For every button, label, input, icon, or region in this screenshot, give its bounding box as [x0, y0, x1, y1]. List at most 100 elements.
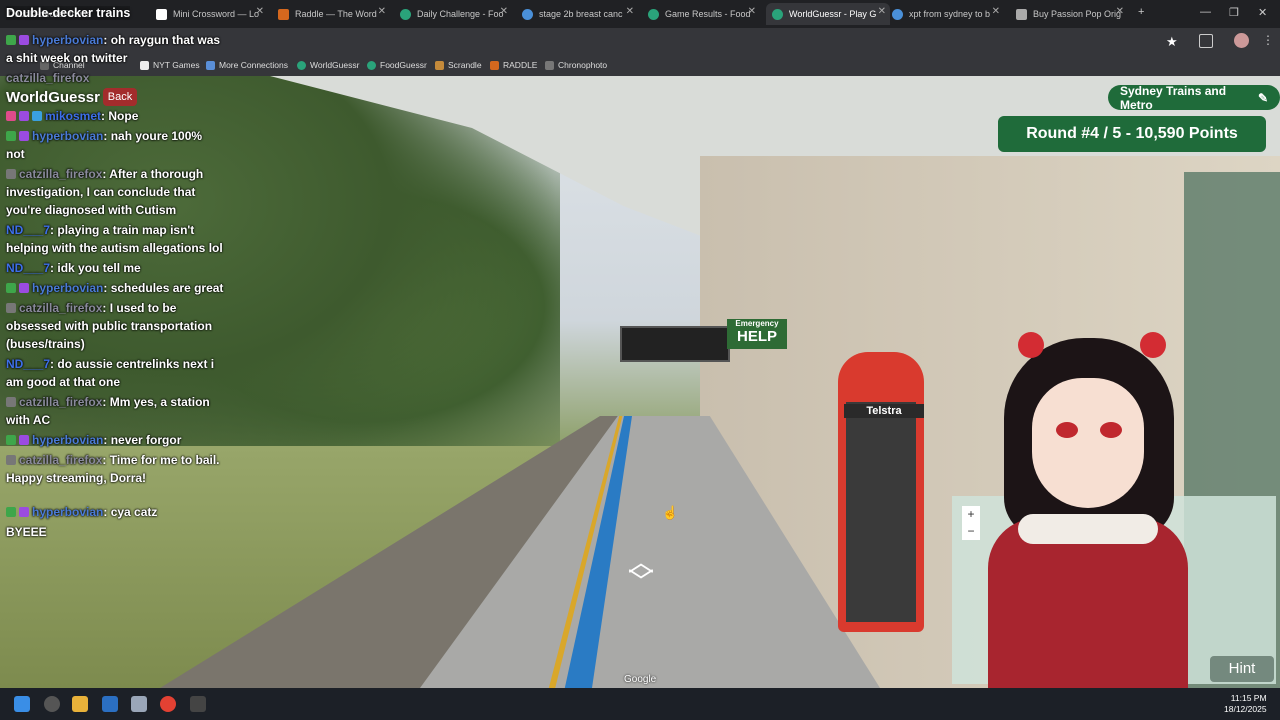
- clock-time: 11:15 PM: [1230, 693, 1267, 703]
- departure-board: [620, 326, 730, 362]
- badge-icon: [19, 111, 29, 121]
- badge-icon: [19, 435, 29, 445]
- tab-label: Raddle — The Word: [295, 9, 377, 19]
- globe-icon: [367, 60, 376, 70]
- pencil-icon[interactable]: ✎: [1258, 91, 1268, 105]
- street-view-nav-arrows[interactable]: ︿ ﹀: [612, 549, 670, 596]
- help-sign-text: HELP: [736, 328, 777, 345]
- nyt-icon: [156, 8, 167, 20]
- chat-text: BYEEE: [6, 525, 47, 539]
- file-explorer-icon[interactable]: [72, 696, 88, 712]
- chat-message: catzilla_firefox: [6, 68, 224, 88]
- badge-icon: [6, 35, 16, 45]
- tab-game-results[interactable]: Game Results - Food ✕: [648, 3, 760, 25]
- bookmark-scrandle[interactable]: Scrandle: [435, 60, 482, 70]
- scrandle-icon: [435, 60, 444, 70]
- avatar-face: [1032, 378, 1144, 508]
- chat-message: hyperbovian: cya catz: [6, 502, 224, 522]
- chat-message: hyperbovian: oh raygun that was a shit w…: [6, 33, 221, 65]
- vtuber-avatar: [968, 318, 1208, 688]
- windows-taskbar: [0, 688, 1280, 720]
- hint-button[interactable]: Hint: [1210, 656, 1274, 682]
- close-icon[interactable]: ✕: [748, 6, 756, 17]
- chat-message: catzilla_firefox: Time for me to bail. H…: [6, 453, 220, 485]
- globe-icon: [648, 8, 659, 20]
- map-name: Sydney Trains and Metro: [1120, 83, 1227, 112]
- badge-icon: [19, 507, 29, 517]
- store-icon[interactable]: [102, 696, 118, 712]
- chat-text: idk you tell me: [57, 261, 141, 275]
- bookmark-raddle[interactable]: RADDLE: [490, 60, 537, 70]
- chat-message: catzilla_firefox: Mm yes, a station with…: [6, 395, 210, 427]
- maximize-icon[interactable]: ❐: [1229, 6, 1239, 19]
- bookmark-chronophoto[interactable]: Chronophoto: [545, 60, 607, 70]
- minimize-icon[interactable]: —: [1200, 6, 1211, 18]
- obs-icon[interactable]: [44, 696, 60, 712]
- new-tab-icon[interactable]: +: [1138, 6, 1144, 18]
- app-icon[interactable]: [190, 696, 206, 712]
- bookmark-label: RADDLE: [503, 60, 538, 70]
- chat-username: ND___7: [6, 261, 51, 275]
- tab-raddle[interactable]: Raddle — The Word ✕: [278, 3, 390, 25]
- globe-icon: [400, 8, 411, 20]
- tab-daily-challenge[interactable]: Daily Challenge - Foo ✕: [400, 3, 512, 25]
- close-icon[interactable]: ✕: [500, 6, 508, 17]
- tab-label: Mini Crossword — Lo: [173, 9, 260, 19]
- badge-icon: [6, 435, 16, 445]
- close-icon[interactable]: ✕: [256, 6, 264, 17]
- chat-message: ND___7: idk you tell me: [6, 261, 141, 275]
- avatar-eye: [1100, 422, 1122, 438]
- close-icon[interactable]: ✕: [1116, 6, 1124, 17]
- google-icon: [522, 8, 533, 20]
- avatar-hair-bow: [1018, 332, 1044, 358]
- close-icon[interactable]: ✕: [878, 6, 886, 17]
- map-name-pill[interactable]: Sydney Trains and Metro ✎: [1108, 83, 1280, 112]
- tab-label: WorldGuessr - Play G: [789, 9, 877, 19]
- tab-stage-2b[interactable]: stage 2b breast canc ✕: [522, 3, 638, 25]
- chat-username: hyperbovian: [32, 33, 104, 47]
- tab-passion-pop[interactable]: Buy Passion Pop Orig ✕: [1016, 3, 1128, 25]
- tab-label: xpt from sydney to b: [909, 9, 991, 19]
- chrome-icon[interactable]: [160, 696, 176, 712]
- close-icon[interactable]: ✕: [378, 6, 386, 17]
- mouse-cursor-icon: ☝: [662, 505, 679, 520]
- google-watermark: Google: [624, 674, 657, 685]
- tab-label: stage 2b breast canc: [539, 9, 623, 19]
- camera-icon: [545, 60, 554, 70]
- vtube-icon[interactable]: [131, 696, 147, 712]
- chat-message: hyperbovian: schedules are great: [6, 278, 224, 298]
- extensions-icon[interactable]: [1199, 34, 1213, 48]
- bookmark-label: Chronophoto: [558, 60, 608, 70]
- badge-icon: [6, 131, 16, 141]
- stream-title: Double-decker trains: [6, 6, 131, 20]
- close-icon[interactable]: ✕: [626, 6, 634, 17]
- chat-username: catzilla_firefox: [6, 71, 90, 85]
- payphone-panel: [846, 402, 916, 622]
- bookmark-worldguessr[interactable]: WorldGuessr: [297, 60, 359, 70]
- windows-start-icon[interactable]: [14, 696, 30, 712]
- bookmark-label: WorldGuessr: [310, 60, 360, 70]
- chat-username: hyperbovian: [32, 281, 104, 295]
- badge-icon: [19, 283, 29, 293]
- tab-xpt[interactable]: xpt from sydney to b ✕: [892, 3, 1004, 25]
- window-close-icon[interactable]: ✕: [1258, 6, 1267, 19]
- badge-icon: [19, 131, 29, 141]
- chat-message: ND___7: do aussie centrelinks next i am …: [6, 357, 215, 389]
- bookmark-star-icon[interactable]: ★: [1166, 34, 1178, 50]
- profile-avatar-icon[interactable]: [1234, 33, 1249, 48]
- close-icon[interactable]: ✕: [992, 6, 1000, 17]
- emergency-help-sign: Emergency HELP: [727, 319, 787, 349]
- bookmark-foodguessr[interactable]: FoodGuessr: [367, 60, 427, 70]
- badge-icon: [6, 397, 16, 407]
- badge-icon: [19, 35, 29, 45]
- globe-icon: [297, 60, 306, 70]
- worldguessr-icon: [772, 8, 783, 20]
- raddle-icon: [490, 60, 499, 70]
- chat-username: hyperbovian: [32, 505, 104, 519]
- tab-worldguessr[interactable]: WorldGuessr - Play G ✕: [766, 3, 890, 25]
- tab-mini-crossword[interactable]: Mini Crossword — Lo ✕: [156, 3, 268, 25]
- badge-icon: [6, 283, 16, 293]
- shop-icon: [1016, 8, 1027, 20]
- menu-kebab-icon[interactable]: ⋮: [1262, 33, 1274, 47]
- avatar-collar: [1018, 514, 1158, 544]
